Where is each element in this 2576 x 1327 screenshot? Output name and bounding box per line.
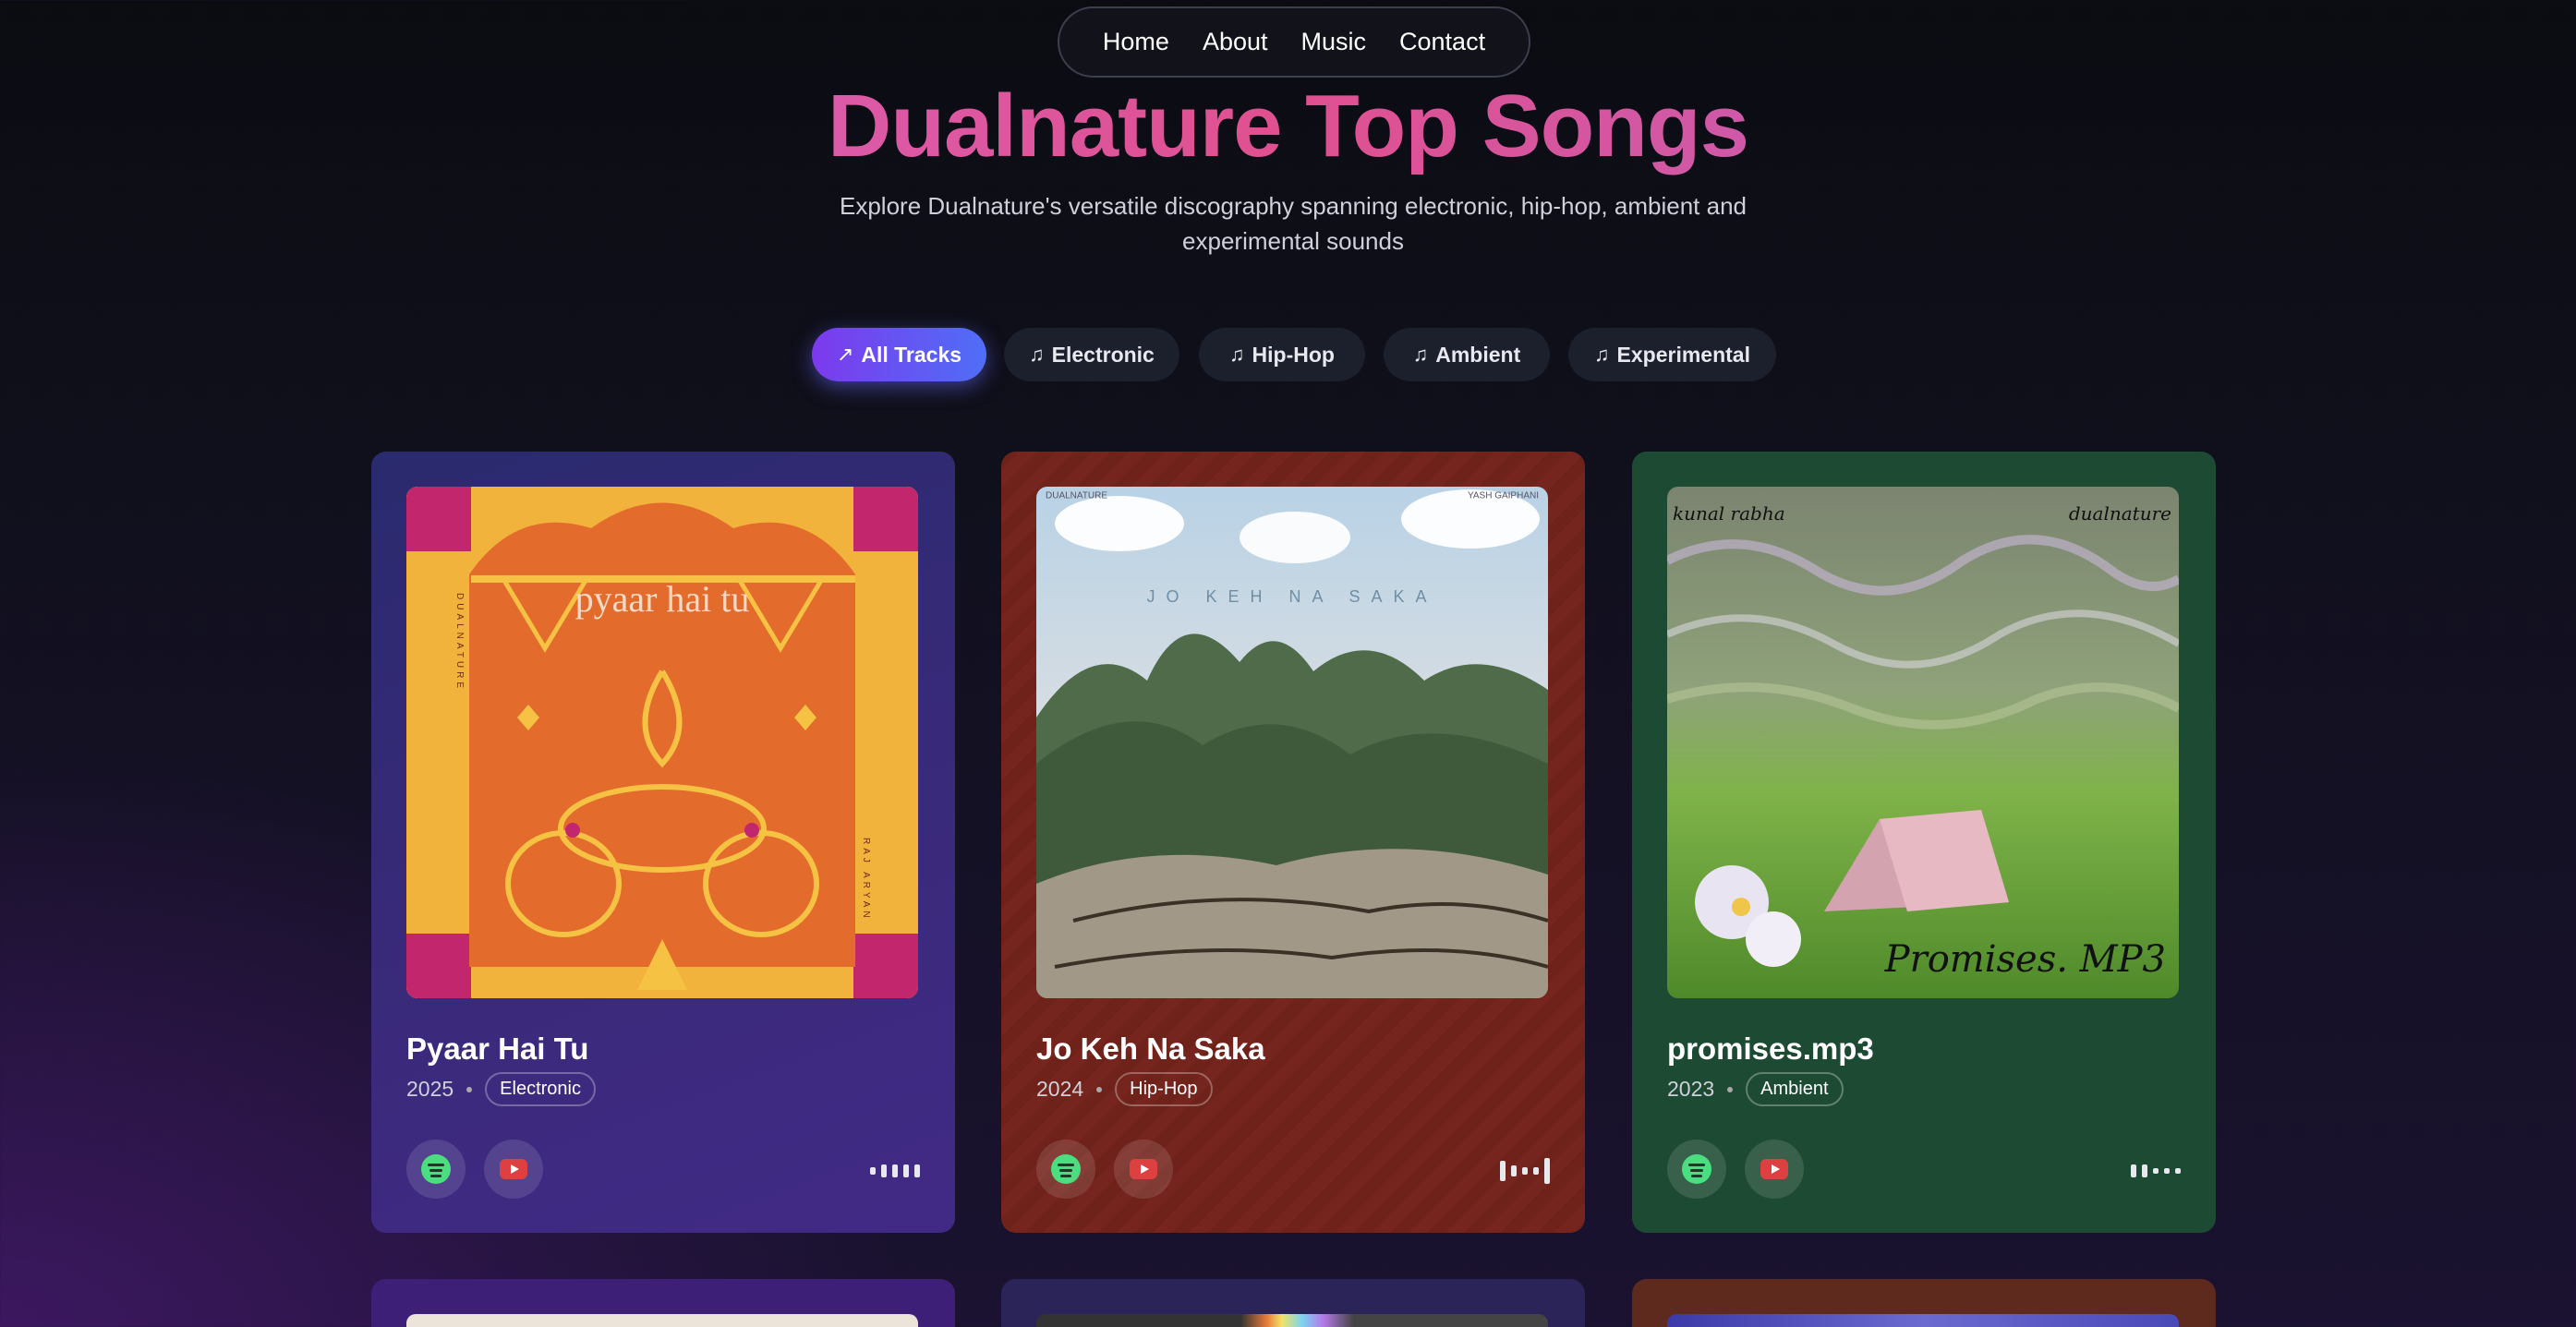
spotify-icon [1051,1154,1081,1184]
track-card-peek[interactable] [1001,1279,1585,1327]
separator-dot [1096,1086,1103,1092]
separator-dot [466,1086,473,1092]
spotify-button[interactable] [1667,1140,1726,1199]
youtube-button[interactable] [1114,1140,1173,1199]
album-art-side-left: DUALNATURE [454,593,465,692]
album-art: kunal rabha dualnature Promises. MP3 [1667,487,2179,998]
filter-label: Experimental [1616,342,1750,367]
album-art-title: Promises. MP3 [1884,938,2166,981]
filter-all-tracks[interactable]: ↗ All Tracks [812,328,986,381]
track-title: promises.mp3 [1667,1031,1874,1066]
youtube-icon [1760,1159,1788,1179]
youtube-icon [500,1159,527,1179]
stream-links [1667,1140,1804,1199]
album-art-corner-left: kunal rabha [1673,502,1785,525]
track-title: Jo Keh Na Saka [1036,1031,1265,1066]
nav-about-link[interactable]: About [1203,28,1268,56]
genre-badge: Hip-Hop [1115,1072,1213,1106]
nav-home-link[interactable]: Home [1103,28,1169,56]
album-art [1036,1314,1548,1327]
nav-music-link[interactable]: Music [1301,28,1367,56]
filter-label: Ambient [1435,342,1521,367]
spotify-icon [1682,1154,1711,1184]
track-meta: 2024 Hip-Hop [1036,1072,1213,1106]
genre-badge: Ambient [1746,1072,1844,1106]
track-year: 2025 [406,1077,454,1101]
genre-badge: Electronic [485,1072,596,1106]
track-title: Pyaar Hai Tu [406,1031,589,1066]
music-note-icon: ♫ [1412,343,1429,366]
album-art-pyaar-hai-tu: pyaar hai tu DUALNATURE RAJ ARYAN [406,487,918,998]
album-art: pyaar hai tu DUALNATURE RAJ ARYAN [406,487,918,998]
track-card-peek[interactable] [371,1279,955,1327]
track-meta: 2025 Electronic [406,1072,596,1106]
audio-wave-icon [2131,1157,2181,1185]
top-nav: Home About Music Contact [1058,6,1530,78]
track-meta: 2023 Ambient [1667,1072,1844,1106]
filter-hip-hop[interactable]: ♫ Hip-Hop [1199,328,1365,381]
album-art-title: pyaar hai tu [575,578,750,620]
album-art [406,1314,918,1327]
youtube-icon [1130,1159,1157,1179]
music-note-icon: ♫ [1029,343,1045,366]
music-note-icon: ♫ [1594,343,1610,366]
page-subtitle: Explore Dualnature's versatile discograp… [840,192,1747,255]
album-art-corner-right: dualnature [2069,502,2171,525]
page-title: Dualnature Top Songs [0,76,2576,177]
album-art-title: JO KEH NA SAKA [1146,587,1437,606]
album-art-corner-right: YASH GAIPHANI [1468,490,1539,501]
filter-experimental[interactable]: ♫ Experimental [1568,328,1776,381]
filter-label: Hip-Hop [1252,342,1335,367]
album-art-jo-keh-na-saka: JO KEH NA SAKA DUALNATURE YASH GAIPHANI [1036,487,1548,998]
stream-links [406,1140,543,1199]
filter-ambient[interactable]: ♫ Ambient [1384,328,1550,381]
audio-wave-icon [1500,1157,1550,1185]
track-card-peek[interactable] [1632,1279,2216,1327]
album-art-side-right: RAJ ARYAN [861,838,871,922]
nav-contact-link[interactable]: Contact [1399,28,1485,56]
separator-dot [1727,1086,1734,1092]
album-art: JO KEH NA SAKA DUALNATURE YASH GAIPHANI [1036,487,1548,998]
album-art [1667,1314,2179,1327]
spotify-icon [421,1154,451,1184]
filter-label: All Tracks [861,342,962,367]
genre-filter-bar: ↗ All Tracks ♫ Electronic ♫ Hip-Hop ♫ Am… [0,328,2576,381]
album-art-corner-left: DUALNATURE [1046,490,1107,501]
album-art-promises-mp3: kunal rabha dualnature Promises. MP3 [1667,487,2179,998]
spotify-button[interactable] [1036,1140,1095,1199]
stream-links [1036,1140,1173,1199]
music-note-icon: ♫ [1229,343,1245,366]
track-card-pyaar-hai-tu[interactable]: pyaar hai tu DUALNATURE RAJ ARYAN Pyaar … [371,452,955,1233]
filter-label: Electronic [1051,342,1155,367]
youtube-button[interactable] [1745,1140,1804,1199]
filter-electronic[interactable]: ♫ Electronic [1004,328,1179,381]
audio-wave-icon [870,1157,920,1185]
track-card-promises-mp3[interactable]: kunal rabha dualnature Promises. MP3 pro… [1632,452,2216,1233]
spotify-button[interactable] [406,1140,466,1199]
youtube-button[interactable] [484,1140,543,1199]
track-card-jo-keh-na-saka[interactable]: JO KEH NA SAKA DUALNATURE YASH GAIPHANI … [1001,452,1585,1233]
trending-up-icon: ↗ [836,343,854,366]
track-year: 2024 [1036,1077,1084,1101]
track-year: 2023 [1667,1077,1715,1101]
